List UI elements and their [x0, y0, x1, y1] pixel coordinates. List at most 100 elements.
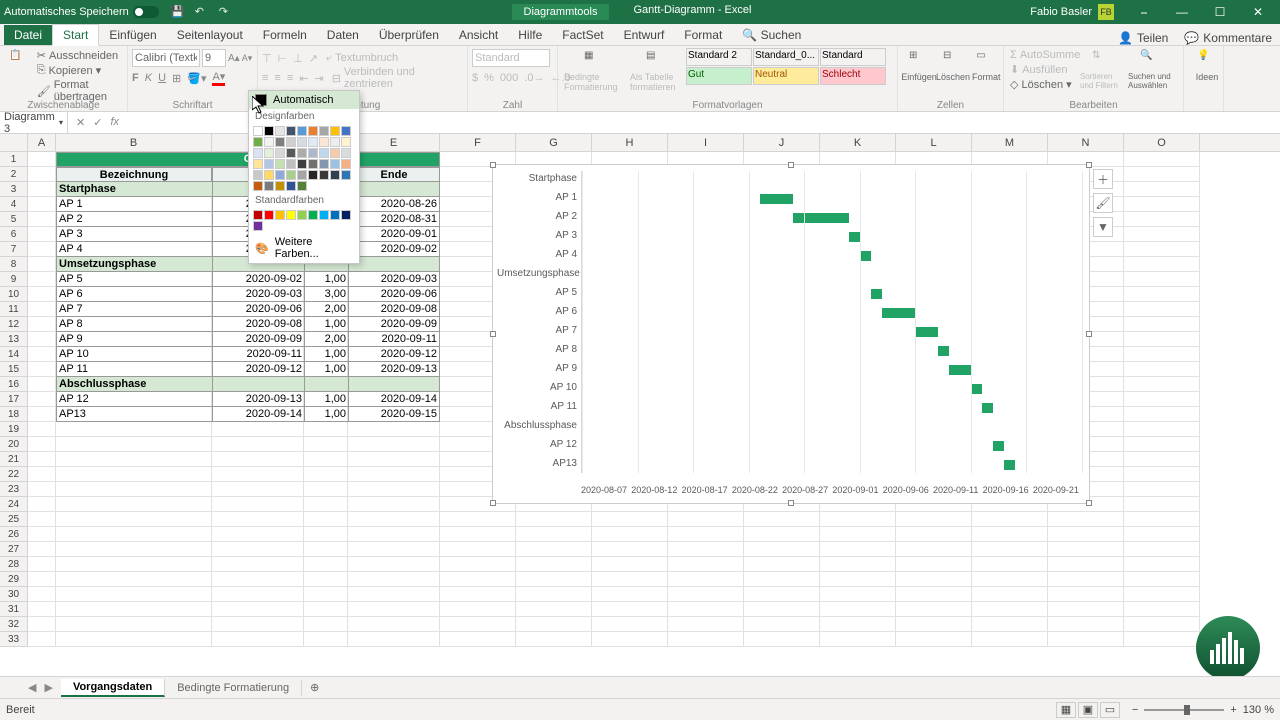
color-swatch[interactable] [253, 137, 263, 147]
indent-decrease-icon[interactable]: ⇤ [299, 72, 308, 85]
color-swatch[interactable] [253, 170, 263, 180]
number-format-combo[interactable] [472, 49, 550, 67]
conditional-formatting-button[interactable]: ▦Bedingte Formatierung [562, 48, 626, 94]
gantt-bar[interactable] [982, 403, 993, 413]
color-swatch[interactable] [297, 137, 307, 147]
tab-view[interactable]: Ansicht [449, 25, 508, 45]
autosum-button[interactable]: Σ AutoSumme [1008, 48, 1078, 62]
format-cells-button[interactable]: ▭Format [970, 48, 1003, 84]
color-swatch[interactable] [253, 210, 263, 220]
row-header[interactable]: 22 [0, 467, 28, 482]
row-header[interactable]: 26 [0, 527, 28, 542]
color-swatch[interactable] [286, 148, 296, 158]
add-sheet-button[interactable]: ⊕ [302, 679, 327, 696]
gantt-bar[interactable] [860, 251, 871, 261]
color-swatch[interactable] [308, 126, 318, 136]
zoom-level[interactable]: 130 % [1243, 704, 1274, 716]
col-header[interactable]: O [1124, 134, 1200, 151]
insert-cells-button[interactable]: ⊞Einfügen [902, 48, 936, 84]
more-colors-button[interactable]: 🎨 Weitere Farben... [249, 233, 359, 263]
font-name-combo[interactable] [132, 49, 200, 67]
color-swatch[interactable] [319, 137, 329, 147]
row-header[interactable]: 8 [0, 257, 28, 272]
row-header[interactable]: 30 [0, 587, 28, 602]
increase-font-icon[interactable]: A▴ [228, 53, 240, 64]
resize-handle[interactable] [788, 162, 794, 168]
color-swatch[interactable] [286, 137, 296, 147]
paste-button[interactable]: 📋 [4, 48, 35, 104]
resize-handle[interactable] [490, 331, 496, 337]
gantt-bar[interactable] [993, 441, 1004, 451]
gantt-bar[interactable] [882, 308, 915, 318]
color-swatch[interactable] [286, 210, 296, 220]
color-swatch[interactable] [308, 137, 318, 147]
copy-button[interactable]: ⎘ Kopieren ▾ [35, 63, 123, 78]
gantt-bar[interactable] [971, 384, 982, 394]
spreadsheet-grid[interactable]: A B C D E F G H I J K L M N O 1234567891… [0, 134, 1280, 674]
align-top-icon[interactable]: ⊤ [262, 52, 272, 65]
row-header[interactable]: 7 [0, 242, 28, 257]
style-bad[interactable]: Schlecht [820, 67, 886, 85]
row-header[interactable]: 19 [0, 422, 28, 437]
color-swatch[interactable] [264, 170, 274, 180]
tab-insert[interactable]: Einfügen [99, 25, 166, 45]
find-select-button[interactable]: 🔍Suchen und Auswählen [1126, 48, 1174, 92]
color-swatch[interactable] [286, 159, 296, 169]
gantt-bar[interactable] [849, 232, 860, 242]
color-swatch[interactable] [264, 210, 274, 220]
color-swatch[interactable] [308, 148, 318, 158]
color-swatch[interactable] [286, 126, 296, 136]
name-box[interactable]: Diagramm 3▾ [0, 111, 68, 135]
row-header[interactable]: 14 [0, 347, 28, 362]
row-header[interactable]: 33 [0, 632, 28, 647]
row-header[interactable]: 20 [0, 437, 28, 452]
row-header[interactable]: 25 [0, 512, 28, 527]
align-left-icon[interactable]: ≡ [262, 72, 268, 84]
color-swatch[interactable] [330, 159, 340, 169]
tab-factset[interactable]: FactSet [552, 25, 613, 45]
col-header[interactable]: E [348, 134, 440, 151]
color-swatch[interactable] [275, 148, 285, 158]
color-swatch[interactable] [264, 181, 274, 191]
style-standard0[interactable]: Standard_0... [753, 48, 819, 66]
color-swatch[interactable] [341, 137, 351, 147]
color-swatch[interactable] [275, 159, 285, 169]
tab-start[interactable]: Start [52, 24, 99, 46]
color-swatch[interactable] [275, 181, 285, 191]
ideas-button[interactable]: 💡Ideen [1188, 48, 1226, 84]
search-box[interactable]: 🔍 Suchen [732, 25, 811, 45]
color-swatch[interactable] [264, 148, 274, 158]
resize-handle[interactable] [788, 500, 794, 506]
color-swatch[interactable] [286, 181, 296, 191]
color-swatch[interactable] [264, 137, 274, 147]
color-swatch[interactable] [275, 170, 285, 180]
gantt-bar[interactable] [871, 289, 882, 299]
align-right-icon[interactable]: ≡ [287, 72, 293, 84]
sheet-tab-active[interactable]: Vorgangsdaten [61, 679, 165, 697]
tab-page-layout[interactable]: Seitenlayout [167, 25, 253, 45]
color-swatch[interactable] [253, 148, 263, 158]
align-center-icon[interactable]: ≡ [274, 72, 280, 84]
sort-filter-button[interactable]: ⇅Sortieren und Filtern [1078, 48, 1126, 92]
color-swatch[interactable] [264, 159, 274, 169]
font-color-button[interactable]: A▾ [212, 70, 225, 86]
col-header[interactable]: L [896, 134, 972, 151]
italic-button[interactable]: K [145, 72, 152, 84]
select-all-corner[interactable] [0, 134, 28, 151]
color-swatch[interactable] [319, 170, 329, 180]
wrap-text-button[interactable]: ⤶ Textumbruch [324, 51, 400, 66]
row-header[interactable]: 27 [0, 542, 28, 557]
col-header[interactable]: B [56, 134, 212, 151]
color-swatch[interactable] [341, 148, 351, 158]
row-header[interactable]: 24 [0, 497, 28, 512]
gantt-chart[interactable]: StartphaseAP 1AP 2AP 3AP 4Umsetzungsphas… [492, 164, 1090, 504]
color-swatch[interactable] [319, 148, 329, 158]
style-standard2[interactable]: Standard 2 [686, 48, 752, 66]
sheet-tab[interactable]: Bedingte Formatierung [165, 680, 302, 696]
col-header[interactable]: H [592, 134, 668, 151]
row-header[interactable]: 16 [0, 377, 28, 392]
color-swatch[interactable] [253, 221, 263, 231]
color-swatch[interactable] [275, 210, 285, 220]
row-header[interactable]: 1 [0, 152, 28, 167]
gantt-bar[interactable] [1004, 460, 1015, 470]
